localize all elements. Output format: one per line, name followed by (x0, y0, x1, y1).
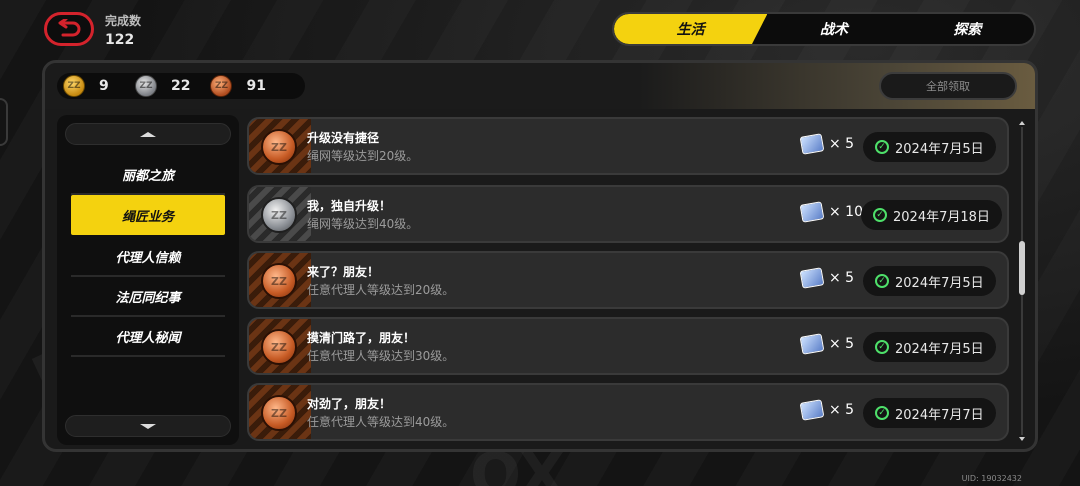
ticket-icon (799, 267, 825, 289)
reward-quantity: × 5 (829, 136, 855, 152)
achievement-title: 我，独自升级！ (307, 199, 392, 213)
achievement-description: 任意代理人等级达到40级。 (307, 415, 455, 429)
reward: × 5 (799, 399, 855, 421)
sidebar-scroll-up-button[interactable] (65, 123, 231, 145)
achievement-title: 来了？朋友！ (307, 265, 380, 279)
achievement-card[interactable]: ZZ 摸清门路了，朋友！ 任意代理人等级达到30级。 × 5 ✓ 2024年7月… (247, 317, 1009, 375)
scroll-thumb[interactable] (1019, 241, 1025, 295)
achievement-description: 任意代理人等级达到30级。 (307, 349, 455, 363)
scroll-down-cap-icon (1019, 437, 1025, 441)
silver-medal-icon: ZZ (261, 197, 297, 233)
completed-date-badge: ✓ 2024年7月18日 (861, 200, 1002, 230)
category-tabs: 生活 战术 探索 (612, 12, 1036, 46)
completion-count-label: 完成数 (105, 14, 142, 28)
achievement-description: 绳网等级达到20级。 (307, 149, 419, 163)
back-button[interactable] (44, 12, 94, 46)
reward-quantity: × 5 (829, 402, 855, 418)
check-circle-icon: ✓ (875, 140, 889, 154)
completed-date: 2024年7月5日 (895, 141, 984, 157)
reward: × 10 (799, 201, 863, 223)
check-circle-icon: ✓ (875, 340, 889, 354)
ticket-icon (799, 201, 825, 223)
scroll-up-cap-icon (1019, 121, 1025, 125)
check-circle-icon: ✓ (873, 208, 887, 222)
silver-medal-count: 22 (171, 78, 191, 94)
bronze-medal-icon: ZZ (261, 395, 297, 431)
sidebar-item-agent-secrets[interactable]: 代理人秘闻 (71, 317, 225, 357)
achievement-card[interactable]: ZZ 我，独自升级！ 绳网等级达到40级。 × 10 ✓ 2024年7月18日 (247, 185, 1009, 243)
chevron-up-icon (140, 131, 156, 137)
completion-count: 完成数 122 (105, 12, 141, 48)
completed-date-badge: ✓ 2024年7月5日 (863, 332, 996, 362)
reward: × 5 (799, 133, 855, 155)
reward: × 5 (799, 267, 855, 289)
reward-quantity: × 10 (829, 204, 863, 220)
completed-date: 2024年7月7日 (895, 407, 984, 423)
reward: × 5 (799, 333, 855, 355)
side-edge-tab (0, 98, 8, 146)
bronze-medal-count: 91 (246, 78, 266, 94)
silver-medal-icon: ZZ (135, 75, 157, 97)
check-circle-icon: ✓ (875, 406, 889, 420)
category-sidebar: 丽都之旅 绳匠业务 代理人信赖 法厄同纪事 代理人秘闻 (57, 115, 239, 445)
sidebar-scroll-down-button[interactable] (65, 415, 231, 437)
achievement-title: 升级没有捷径 (307, 131, 380, 145)
bronze-medal-icon: ZZ (261, 329, 297, 365)
reward-quantity: × 5 (829, 270, 855, 286)
reward-quantity: × 5 (829, 336, 855, 352)
tab-explore[interactable]: 探索 (901, 14, 1034, 44)
tab-life[interactable]: 生活 (614, 14, 768, 44)
sidebar-item-lido-journey[interactable]: 丽都之旅 (71, 155, 225, 195)
claim-all-button[interactable]: 全部领取 (879, 72, 1017, 100)
ticket-icon (799, 333, 825, 355)
check-circle-icon: ✓ (875, 274, 889, 288)
medal-counts: ZZ 9 ZZ 22 ZZ 91 (57, 73, 305, 99)
completed-date: 2024年7月5日 (895, 341, 984, 357)
achievement-card[interactable]: ZZ 对劲了，朋友！ 任意代理人等级达到40级。 × 5 ✓ 2024年7月7日 (247, 383, 1009, 441)
tab-tactics[interactable]: 战术 (767, 14, 900, 44)
gold-medal-icon: ZZ (63, 75, 85, 97)
completed-date-badge: ✓ 2024年7月5日 (863, 266, 996, 296)
list-scrollbar[interactable] (1019, 121, 1025, 441)
achievement-panel: ZZ 9 ZZ 22 ZZ 91 全部领取 丽都之旅 绳匠业务 代理人信赖 法厄… (42, 60, 1038, 452)
user-id: UID: 19032432 (961, 474, 1022, 483)
return-arrow-icon (58, 19, 81, 37)
completed-date: 2024年7月18日 (893, 209, 990, 225)
achievement-title: 对劲了，朋友！ (307, 397, 392, 411)
sidebar-item-phaethon-chronicle[interactable]: 法厄同纪事 (71, 277, 225, 317)
achievement-title: 摸清门路了，朋友！ (307, 331, 416, 345)
sidebar-item-proxy-business[interactable]: 绳匠业务 (71, 195, 225, 235)
achievement-description: 绳网等级达到40级。 (307, 217, 419, 231)
achievement-description: 任意代理人等级达到20级。 (307, 283, 455, 297)
achievement-card[interactable]: ZZ 升级没有捷径 绳网等级达到20级。 × 5 ✓ 2024年7月5日 (247, 117, 1009, 175)
chevron-down-icon (140, 423, 156, 429)
achievement-card[interactable]: ZZ 来了？朋友！ 任意代理人等级达到20级。 × 5 ✓ 2024年7月5日 (247, 251, 1009, 309)
completion-count-value: 122 (105, 32, 135, 48)
completed-date-badge: ✓ 2024年7月7日 (863, 398, 996, 428)
completed-date-badge: ✓ 2024年7月5日 (863, 132, 996, 162)
gold-medal-count: 9 (99, 78, 109, 94)
bronze-medal-icon: ZZ (261, 129, 297, 165)
ticket-icon (799, 133, 825, 155)
bronze-medal-icon: ZZ (210, 75, 233, 97)
completed-date: 2024年7月5日 (895, 275, 984, 291)
sidebar-item-agent-trust[interactable]: 代理人信赖 (71, 237, 225, 277)
achievement-list: ZZ 升级没有捷径 绳网等级达到20级。 × 5 ✓ 2024年7月5日 ZZ … (247, 115, 1009, 445)
bronze-medal-icon: ZZ (261, 263, 297, 299)
ticket-icon (799, 399, 825, 421)
